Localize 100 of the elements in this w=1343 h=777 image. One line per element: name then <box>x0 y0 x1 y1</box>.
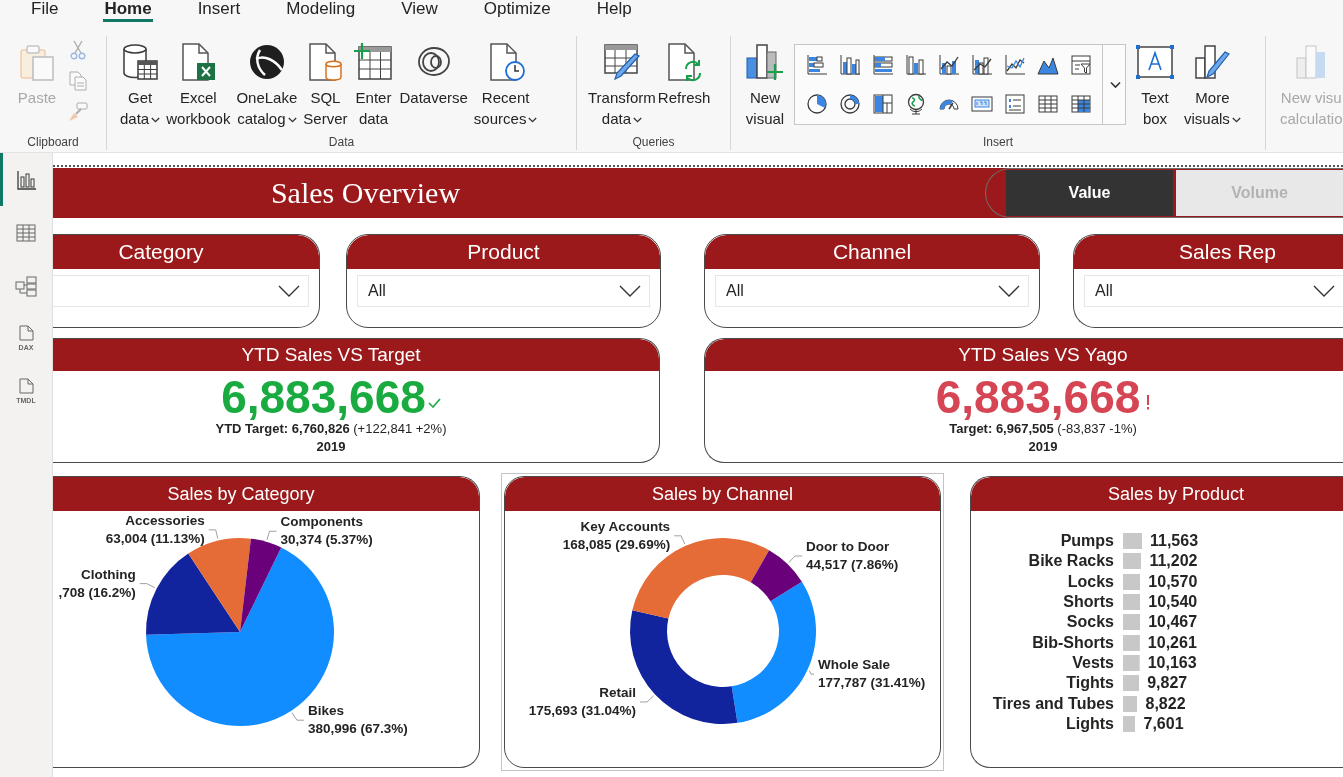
chevron-down-icon[interactable] <box>1109 80 1121 89</box>
ribbon-button[interactable]: Get data <box>120 42 161 129</box>
table-icon <box>15 221 37 244</box>
category-label: Socks <box>1065 613 1114 632</box>
ribbon-button[interactable]: OneLake catalog <box>236 42 298 129</box>
list-icon[interactable] <box>1003 92 1026 115</box>
check-icon <box>427 398 441 408</box>
value-label: 44,517 (7.86%) <box>806 556 899 574</box>
category-label: Tights <box>1065 674 1114 693</box>
text-box-icon <box>1135 42 1175 82</box>
card-title: YTD Sales VS Yago <box>958 344 1128 366</box>
bar <box>1123 553 1142 570</box>
value-label: 8,822 <box>1145 694 1186 713</box>
group-label: Insert <box>983 134 1013 150</box>
chevron-down-icon <box>528 117 538 124</box>
chevron-down-icon <box>1231 117 1241 124</box>
ribbon-button[interactable]: Recent sources <box>473 42 538 129</box>
ribbon-button[interactable]: More visuals <box>1184 42 1241 129</box>
value-label: 10,467 <box>1148 613 1198 632</box>
value-label: 168,085 (29.69%) <box>562 535 671 554</box>
toggle-button[interactable]: Value <box>1006 170 1173 216</box>
dropdown-field[interactable]: All <box>357 275 650 307</box>
line-column-chart-icon[interactable] <box>937 53 960 76</box>
card-title: Category <box>118 240 204 264</box>
menu-tab[interactable]: Modeling <box>285 0 357 22</box>
card-title: Sales by Product <box>1107 483 1245 505</box>
group-label: Clipboard <box>27 134 79 150</box>
category-label: Components <box>280 513 363 532</box>
card-title: YTD Sales VS Target <box>241 344 421 366</box>
stacked-bar-chart-icon[interactable] <box>805 53 828 76</box>
database-icon <box>120 42 161 82</box>
kpi-year: 2019 <box>316 438 346 456</box>
exclamation-icon <box>1146 395 1151 410</box>
dropdown-field[interactable]: All <box>1084 275 1343 307</box>
value-label: 175,693 (31.04%) <box>528 702 636 720</box>
report-title: Sales Overview <box>270 176 461 210</box>
menu-tab[interactable]: File <box>30 0 60 22</box>
category-label: Pumps <box>1059 532 1114 551</box>
treemap-icon[interactable] <box>871 92 894 115</box>
line-column-chart-icon[interactable] <box>970 53 993 76</box>
category-label: Bike Racks <box>1027 552 1114 571</box>
value-label: 10,163 <box>1147 653 1197 672</box>
category-label: Lights <box>1065 714 1114 733</box>
ribbon-button[interactable]: Enter data <box>353 42 394 129</box>
kpi-value: 6,883,668 <box>221 372 426 422</box>
bar <box>1123 614 1141 631</box>
grid-icon[interactable] <box>1069 92 1092 115</box>
bar-chart-plus-icon <box>745 42 785 82</box>
chevron-down-icon <box>998 285 1020 297</box>
category-label: Vests <box>1071 653 1114 672</box>
category-label: Retail <box>599 684 636 702</box>
table-pencil-icon <box>601 42 642 82</box>
column-chart-icon[interactable] <box>904 53 927 76</box>
bar <box>1123 634 1140 651</box>
table-icon[interactable] <box>1036 92 1059 115</box>
ribbon-button[interactable]: Text box <box>1135 42 1175 129</box>
value-label: 63,004 (11.13%) <box>105 529 205 548</box>
ribbon-button[interactable]: Transform data <box>588 42 656 129</box>
ribbon-button[interactable]: New visual <box>745 42 785 129</box>
menu-tab[interactable]: View <box>400 0 439 22</box>
pie-chart-icon[interactable] <box>805 92 828 115</box>
bar <box>1123 675 1140 692</box>
group-label: Data <box>328 134 355 150</box>
chevron-down-icon <box>619 285 641 297</box>
chevron-down-icon <box>151 117 161 124</box>
menu-tab[interactable]: Insert <box>196 0 242 22</box>
ribbon-button[interactable]: Dataverse <box>399 42 468 108</box>
dropdown-field[interactable]: All <box>715 275 1029 307</box>
menu-tab[interactable]: Optimize <box>482 0 552 22</box>
leader-line <box>208 529 219 540</box>
filter-table-icon[interactable] <box>1069 53 1092 76</box>
category-label: Key Accounts <box>580 517 671 536</box>
ribbon-button[interactable]: Excel workbook <box>166 42 231 129</box>
category-label: Clothing <box>81 565 136 584</box>
bar <box>1123 573 1141 590</box>
ribbon-button[interactable]: SQL Server <box>303 42 348 129</box>
kpi-year: 2019 <box>1028 438 1058 456</box>
leader-line <box>639 695 655 703</box>
kpi-detail: YTD Target: 6,760,826 (+122,841 +2%) <box>215 420 447 438</box>
column-chart-icon[interactable] <box>838 53 861 76</box>
menu-tab[interactable]: Help <box>595 0 633 22</box>
card-title: Product <box>467 240 540 264</box>
kpi-value: 6,883,668 <box>935 372 1141 422</box>
chevron-down-icon <box>633 117 642 124</box>
value-label: ,708 (16.2%) <box>58 583 136 602</box>
leader-line <box>266 530 278 541</box>
category-label: Whole Sale <box>818 656 890 675</box>
group-label: Queries <box>632 134 675 150</box>
donut-chart-icon[interactable] <box>838 92 861 115</box>
bar <box>1123 594 1141 611</box>
line-chart-icon[interactable] <box>1003 53 1026 76</box>
ribbon-button[interactable]: Refresh <box>657 42 711 108</box>
value-label: 10,540 <box>1148 593 1198 612</box>
value-label: 10,570 <box>1148 572 1198 591</box>
kpi-detail: Target: 6,967,505 (-83,837 -1%) <box>949 420 1137 438</box>
bar-chart-icon[interactable] <box>871 53 894 76</box>
dropdown-field[interactable] <box>53 275 309 307</box>
card-title: Sales Rep <box>1179 240 1276 264</box>
category-label: Locks <box>1066 572 1114 591</box>
bar <box>1123 715 1136 732</box>
